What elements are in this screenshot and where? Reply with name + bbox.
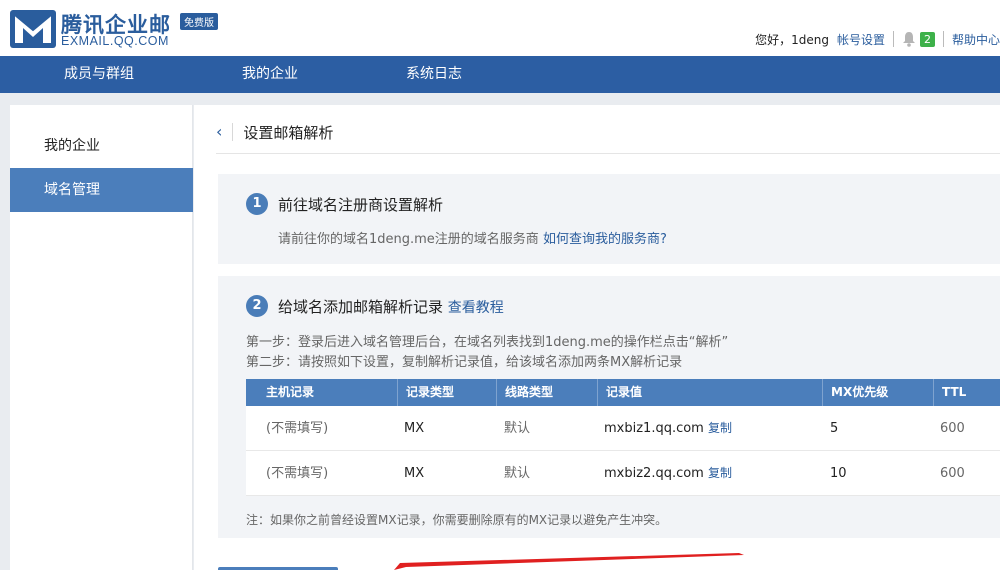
divider [216,153,1000,154]
page-title: 设置邮箱解析 [243,123,334,142]
breadcrumb: ‹ 设置邮箱解析 [216,119,333,145]
cell-priority: 10 [830,466,847,481]
sidebar: 我的企业 域名管理 [10,105,193,570]
cell-priority: 5 [830,421,839,436]
step-1-title: 前往域名注册商设置解析 [278,196,444,214]
logo-icon[interactable] [10,10,56,48]
cell-ttl: 600 [940,466,965,481]
bell-icon[interactable] [902,31,916,47]
cell-type: MX [404,466,425,481]
col-mx-priority: MX优先级 [822,379,888,406]
cell-line: 默认 [504,466,531,481]
mx-records-table: 主机记录 记录类型 线路类型 记录值 MX优先级 TTL (不需填写) MX 默… [246,379,1000,496]
copy-button[interactable]: 复制 [708,466,732,480]
cell-line: 默认 [504,421,531,436]
nav-members-groups[interactable]: 成员与群组 [64,56,134,93]
step-2-line-1: 第一步：登录后进入域名管理后台，在域名列表找到1deng.me的操作栏点击“解析… [246,335,729,350]
nav-system-log[interactable]: 系统日志 [406,56,462,93]
nav-my-enterprise[interactable]: 我的企业 [242,56,298,93]
step-1-desc-text: 请前往你的域名1deng.me注册的域名服务商 [278,232,539,247]
divider [942,31,944,47]
step-2-line-2: 第二步：请按照如下设置，复制解析记录值，给该域名添加两条MX解析记录 [246,355,683,370]
table-row: (不需填写) MX 默认 mxbiz2.qq.com 复制 10 600 [246,451,1000,496]
record-value-text: mxbiz1.qq.com [604,421,704,436]
back-chevron-icon[interactable]: ‹ [216,123,234,141]
cell-ttl: 600 [940,421,965,436]
user-toolbar: 您好，1deng 帐号设置 2 帮助中心 [755,30,1000,48]
main-panel: ‹ 设置邮箱解析 1 前往域名注册商设置解析 请前往你的域名1deng.me注册… [194,105,1000,570]
annotation-arrow-icon [394,553,744,570]
cell-value: mxbiz1.qq.com 复制 [604,406,732,451]
table-row: (不需填写) MX 默认 mxbiz1.qq.com 复制 5 600 [246,406,1000,451]
step-2-title-text: 给域名添加邮箱解析记录 [278,298,444,316]
step-2-title: 给域名添加邮箱解析记录 查看教程 [278,296,504,317]
cell-value: mxbiz2.qq.com 复制 [604,451,732,496]
help-center-link[interactable]: 帮助中心 [952,31,1000,48]
view-tutorial-link[interactable]: 查看教程 [448,300,504,316]
step-2-card: 2 给域名添加邮箱解析记录 查看教程 第一步：登录后进入域名管理后台，在域名列表… [218,276,1000,538]
col-record-type: 记录类型 [397,379,454,406]
record-value-text: mxbiz2.qq.com [604,466,704,481]
col-line-type: 线路类型 [496,379,553,406]
top-header: 腾讯企业邮 EXMAIL.QQ.COM 免费版 您好，1deng 帐号设置 2 … [0,0,1000,56]
notification-badge[interactable]: 2 [919,31,935,47]
main-nav: 成员与群组 我的企业 系统日志 [0,56,1000,93]
logo-subtitle: EXMAIL.QQ.COM [61,34,169,48]
edition-badge: 免费版 [180,13,218,30]
greeting-text: 您好，1deng [755,32,829,47]
table-header: 主机记录 记录类型 线路类型 记录值 MX优先级 TTL [246,379,1000,406]
sidebar-item-domain-management[interactable]: 域名管理 [10,168,193,212]
step-1-number: 1 [246,193,268,215]
cell-host: (不需填写) [266,421,329,436]
cell-host: (不需填写) [266,466,329,481]
col-record-value: 记录值 [597,379,642,406]
copy-button[interactable]: 复制 [708,421,732,435]
cell-type: MX [404,421,425,436]
step-2-number: 2 [246,295,268,317]
col-host: 主机记录 [266,385,315,399]
account-settings-link[interactable]: 帐号设置 [837,31,885,48]
col-ttl: TTL [933,379,966,406]
mx-conflict-note: 注：如果你之前曾经设置MX记录，你需要删除原有的MX记录以避免产生冲突。 [246,513,668,527]
step-1-description: 请前往你的域名1deng.me注册的域名服务商 如何查询我的服务商? [278,228,667,247]
step-1-card: 1 前往域名注册商设置解析 请前往你的域名1deng.me注册的域名服务商 如何… [218,174,1000,264]
sidebar-item-my-enterprise[interactable]: 我的企业 [10,124,193,168]
find-provider-link[interactable]: 如何查询我的服务商? [543,232,667,247]
divider [892,31,894,47]
